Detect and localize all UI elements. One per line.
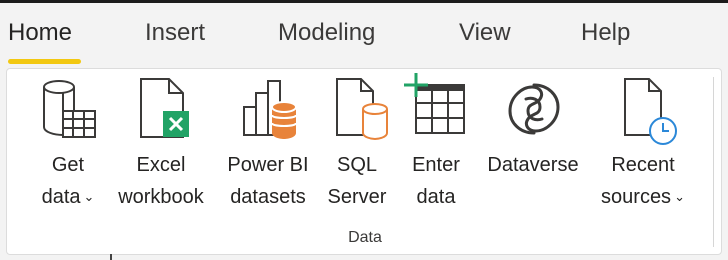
get-data-icon: [40, 77, 98, 146]
get-data-label-1: Get: [51, 154, 85, 176]
recent-label-1: Recent: [611, 154, 675, 176]
get-data-label-2: data ⌄: [41, 186, 95, 208]
dataverse-label: Dataverse: [487, 154, 579, 176]
power-bi-datasets-icon: [242, 77, 300, 146]
power-bi-datasets-button[interactable]: Power BI datasets: [217, 69, 319, 219]
enter-data-icon: [404, 73, 468, 144]
power-bi-label-2: datasets: [230, 186, 306, 208]
get-data-button[interactable]: Get data ⌄: [23, 69, 113, 219]
recent-sources-icon: [621, 77, 681, 152]
sql-label-1: SQL: [336, 154, 378, 176]
active-tab-indicator: [8, 59, 81, 64]
sql-server-icon: [333, 77, 389, 146]
excel-label-2: workbook: [118, 186, 204, 208]
power-bi-label-1: Power BI: [227, 154, 309, 176]
enter-data-label-2: data: [416, 186, 456, 208]
sql-label-2: Server: [327, 186, 387, 208]
divider-tick: [110, 254, 112, 260]
chevron-down-icon: ⌄: [674, 189, 685, 204]
enter-data-button[interactable]: Enter data: [399, 69, 473, 219]
tab-home[interactable]: Home: [8, 17, 72, 49]
enter-data-label-1: Enter: [412, 154, 460, 176]
tab-view[interactable]: View: [459, 17, 511, 49]
sql-server-button[interactable]: SQL Server: [321, 69, 393, 219]
tab-modeling[interactable]: Modeling: [278, 17, 375, 49]
excel-label-1: Excel: [136, 154, 186, 176]
ribbon-group-label: Data: [348, 229, 382, 246]
tab-help[interactable]: Help: [581, 17, 630, 49]
ribbon-tabs: Home Insert Modeling View Help: [0, 3, 728, 65]
dataverse-button[interactable]: Dataverse: [477, 69, 589, 219]
excel-icon: [137, 77, 193, 146]
ribbon-panel: Get data ⌄ Excel workbook Power BI datas…: [6, 68, 722, 255]
recent-sources-button[interactable]: Recent sources ⌄: [589, 69, 697, 219]
chevron-down-icon: ⌄: [83, 189, 95, 204]
excel-workbook-button[interactable]: Excel workbook: [107, 69, 215, 219]
group-separator: [713, 77, 714, 247]
dataverse-icon: [504, 77, 564, 146]
recent-label-2: sources ⌄: [601, 186, 685, 208]
tab-insert[interactable]: Insert: [145, 17, 205, 49]
